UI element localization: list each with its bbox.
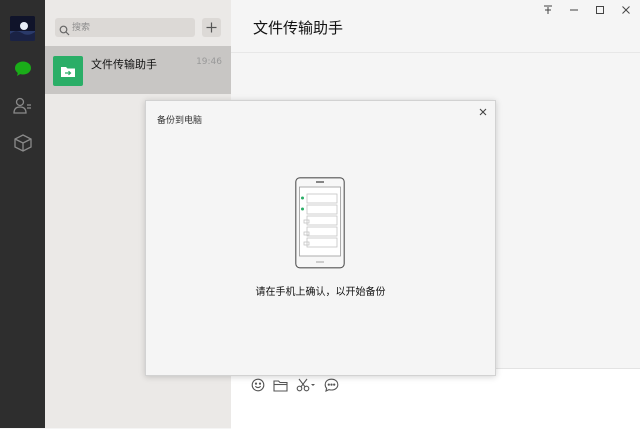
chat-time: 19:46 bbox=[196, 57, 222, 67]
search-icon bbox=[59, 21, 70, 40]
chat-name: 文件传输助手 bbox=[91, 58, 157, 71]
backup-dialog: 备份到电脑 请在手机上确认，以开始备份 bbox=[145, 100, 496, 376]
file-transfer-icon bbox=[53, 56, 83, 86]
dialog-close-icon[interactable] bbox=[477, 106, 489, 118]
chat-list-item[interactable]: 文件传输助手 19:46 bbox=[45, 46, 231, 94]
search-box[interactable] bbox=[55, 18, 195, 37]
nav-bar bbox=[0, 0, 45, 428]
chat-title: 文件传输助手 bbox=[253, 19, 344, 37]
header-divider bbox=[231, 52, 640, 53]
emoji-icon[interactable] bbox=[251, 378, 265, 392]
plus-icon bbox=[206, 22, 217, 33]
window-controls bbox=[542, 4, 632, 16]
phone-illustration-icon bbox=[295, 177, 345, 273]
input-toolbar bbox=[251, 378, 339, 392]
chat-nav-icon[interactable] bbox=[10, 56, 35, 81]
dialog-title: 备份到电脑 bbox=[157, 116, 203, 126]
add-chat-button[interactable] bbox=[202, 18, 221, 37]
maximize-icon[interactable] bbox=[594, 4, 606, 16]
folder-icon[interactable] bbox=[273, 378, 288, 392]
search-input[interactable] bbox=[72, 18, 190, 37]
dialog-message: 请在手机上确认，以开始备份 bbox=[255, 287, 386, 298]
close-icon[interactable] bbox=[620, 4, 632, 16]
favorites-nav-icon[interactable] bbox=[10, 130, 35, 155]
screenshot-scissors-icon[interactable] bbox=[296, 378, 316, 392]
pin-icon[interactable] bbox=[542, 4, 554, 16]
minimize-icon[interactable] bbox=[568, 4, 580, 16]
message-input-area[interactable] bbox=[231, 368, 640, 429]
contacts-nav-icon[interactable] bbox=[10, 93, 35, 118]
chat-history-icon[interactable] bbox=[324, 378, 339, 392]
avatar[interactable] bbox=[10, 16, 35, 41]
